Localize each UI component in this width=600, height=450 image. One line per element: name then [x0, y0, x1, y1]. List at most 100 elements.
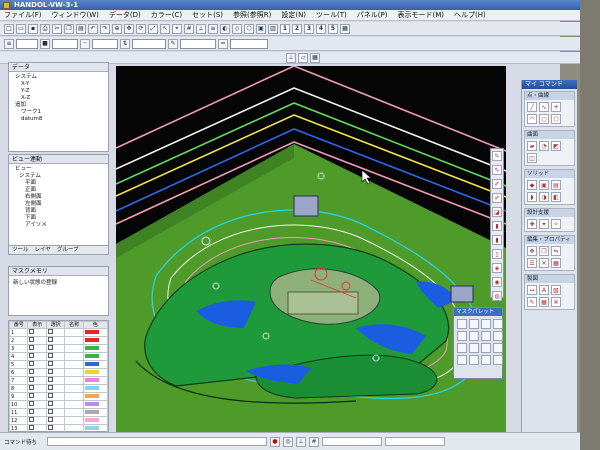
tab-tools[interactable]: ツール — [12, 246, 29, 254]
layer-visible-checkbox[interactable] — [27, 408, 47, 417]
layer-select-checkbox[interactable] — [45, 344, 66, 353]
layer-row[interactable]: 3 — [8, 344, 109, 353]
assist-icon[interactable]: ✚ — [527, 219, 537, 229]
surface4-icon[interactable]: ◫ — [527, 153, 537, 163]
layer-color-swatch[interactable] — [82, 392, 109, 401]
tree-item[interactable]: システム — [15, 74, 106, 81]
view-number-5[interactable]: 5 — [328, 23, 338, 34]
line-icon[interactable]: ╱ — [527, 102, 537, 112]
cut-icon[interactable]: ✂ — [52, 23, 62, 34]
palette-button[interactable] — [469, 343, 479, 353]
layer-select-checkbox[interactable] — [45, 408, 66, 417]
boolean-icon[interactable]: ◑ — [539, 192, 549, 202]
palette-button[interactable] — [481, 331, 491, 341]
layer-row[interactable]: 10 — [8, 400, 109, 409]
tree-item[interactable]: 平面 — [15, 180, 106, 187]
layer-select-checkbox[interactable] — [45, 368, 66, 377]
view-front-icon[interactable]: ▥ — [268, 23, 278, 34]
palette-button[interactable] — [493, 343, 503, 353]
menu-help[interactable]: ヘルプ(H) — [454, 10, 486, 20]
layer-color-swatch[interactable] — [82, 344, 109, 353]
layer-row[interactable]: 2 — [8, 336, 109, 345]
text-icon[interactable]: A — [539, 285, 549, 295]
layer-visible-checkbox[interactable] — [27, 400, 47, 409]
layer-icon[interactable]: ≡ — [208, 23, 218, 34]
layer-color-swatch[interactable] — [82, 400, 109, 409]
palette-button[interactable] — [469, 319, 479, 329]
palette-button[interactable] — [457, 355, 467, 365]
tab-layers[interactable]: レイヤ — [35, 246, 51, 254]
box-icon[interactable]: ▣ — [539, 180, 549, 190]
save-icon[interactable]: ▪ — [28, 23, 38, 34]
layer-row[interactable]: 6 — [8, 368, 109, 377]
tree-item[interactable]: ワーク1 — [15, 109, 106, 116]
assist2-icon[interactable]: ✦ — [539, 219, 549, 229]
width-icon[interactable]: ═ — [218, 38, 228, 49]
layer-visible-checkbox[interactable] — [27, 352, 47, 361]
axis-icon[interactable]: ⊥ — [286, 52, 296, 63]
layer-color-swatch[interactable] — [82, 328, 109, 337]
delete-icon[interactable]: ✕ — [539, 258, 549, 268]
tree-item[interactable]: ビュー — [15, 166, 106, 173]
menu-data[interactable]: データ(D) — [109, 10, 141, 20]
mask-memory-item[interactable]: 新しい状態の登録 — [9, 276, 108, 288]
surface2-icon[interactable]: ◔ — [539, 141, 549, 151]
tree-item[interactable]: 右側面 — [15, 194, 106, 201]
layer-select-checkbox[interactable] — [45, 392, 66, 401]
palette-button[interactable] — [493, 355, 503, 365]
shell-icon[interactable]: ◧ — [551, 192, 561, 202]
layer-select-checkbox[interactable] — [45, 376, 66, 385]
layer-name[interactable] — [64, 384, 84, 393]
print-icon[interactable]: ⎙ — [40, 23, 50, 34]
layer-name[interactable] — [64, 368, 84, 377]
layer-select-icon[interactable]: ≡ — [4, 38, 14, 49]
polygon-icon[interactable]: ⬡ — [551, 114, 561, 124]
tree-item[interactable]: datum8 — [15, 116, 106, 123]
cube-icon[interactable]: ▦ — [310, 52, 320, 63]
grid-icon[interactable]: # — [184, 23, 194, 34]
point-icon[interactable]: ✳ — [551, 102, 561, 112]
eraser-icon[interactable]: ◪ — [492, 207, 502, 217]
fit-icon[interactable]: ⤢ — [148, 23, 158, 34]
table-icon[interactable]: ▦ — [539, 297, 549, 307]
layer-name[interactable] — [64, 352, 84, 361]
move-icon[interactable]: ✥ — [527, 246, 537, 256]
layer-select-checkbox[interactable] — [45, 384, 66, 393]
layer-name[interactable] — [64, 400, 84, 409]
layer-color-swatch[interactable] — [82, 384, 109, 393]
snap-point-icon[interactable]: ◎ — [283, 436, 293, 447]
view-number-2[interactable]: 2 — [292, 23, 302, 34]
command-input[interactable] — [47, 437, 267, 446]
workplane-icon[interactable]: ▱ — [298, 52, 308, 63]
open-icon[interactable]: ▭ — [16, 23, 26, 34]
layer-select-checkbox[interactable] — [45, 336, 66, 345]
layer-visible-checkbox[interactable] — [27, 328, 47, 337]
menu-settings[interactable]: 設定(N) — [281, 10, 306, 20]
tree-item[interactable]: X-Z — [15, 95, 106, 102]
layer-name[interactable] — [64, 376, 84, 385]
view-number-4[interactable]: 4 — [316, 23, 326, 34]
view-top-icon[interactable]: ▣ — [256, 23, 266, 34]
snap-icon[interactable]: ⌖ — [172, 23, 182, 34]
layer-color-swatch[interactable] — [82, 336, 109, 345]
layer-visible-checkbox[interactable] — [27, 368, 47, 377]
fillet-icon[interactable]: ◗ — [527, 192, 537, 202]
paste-icon[interactable]: ▤ — [76, 23, 86, 34]
new-icon[interactable]: □ — [4, 23, 14, 34]
shade-icon[interactable]: ◐ — [220, 23, 230, 34]
tool-b-icon[interactable]: ✎ — [492, 165, 502, 175]
layer-row[interactable]: 1 — [8, 328, 109, 337]
dimension-icon[interactable]: ↔ — [527, 285, 537, 295]
tree-item[interactable]: システム — [15, 173, 106, 180]
tree-item[interactable]: X-Y — [15, 81, 106, 88]
layer-name[interactable] — [64, 344, 84, 353]
tab-groups[interactable]: グループ — [57, 246, 79, 254]
palette-button[interactable] — [469, 331, 479, 341]
tool-a-icon[interactable]: ✎ — [492, 151, 502, 161]
surface-icon[interactable]: ▰ — [527, 141, 537, 151]
linetype-combo[interactable] — [92, 38, 118, 49]
palette-button[interactable] — [493, 319, 503, 329]
color-combo[interactable] — [52, 38, 78, 49]
redo-icon[interactable]: ↷ — [100, 23, 110, 34]
layer-name[interactable] — [64, 408, 84, 417]
